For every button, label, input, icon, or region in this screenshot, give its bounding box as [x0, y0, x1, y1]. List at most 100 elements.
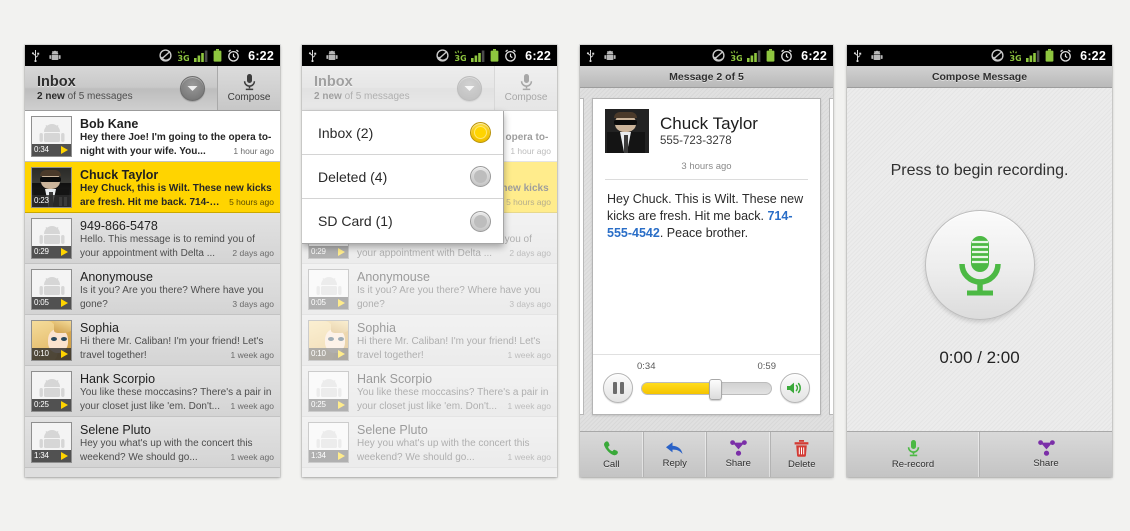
dropdown-item-label: Inbox (2) — [318, 124, 374, 141]
share-icon — [1037, 440, 1055, 456]
slider-handle[interactable] — [709, 378, 723, 400]
radio-button[interactable] — [470, 166, 491, 187]
status-bar: 3G 6:22 — [847, 45, 1112, 66]
chevron-down-icon[interactable] — [180, 75, 205, 101]
duration-badge: 0:29 — [32, 246, 71, 258]
reply-arrow-icon — [666, 441, 683, 454]
battery-icon — [766, 49, 775, 62]
share-button[interactable]: Share — [980, 432, 1112, 477]
android-debug-icon — [49, 50, 61, 60]
table-row[interactable]: 0:23 Chuck Taylor Hey Chuck, this is Wil… — [25, 162, 280, 213]
usb-icon — [31, 50, 40, 62]
usb-icon — [308, 50, 317, 62]
contact-name: Chuck Taylor — [660, 113, 758, 133]
message-time: 5 hours ago — [229, 196, 274, 207]
reply-button[interactable]: Reply — [644, 432, 707, 477]
screenshot-stage: 3G 6:22 Inbox 2 new of 5 messages Compos… — [0, 0, 1130, 531]
compose-button[interactable]: Compose — [218, 66, 280, 110]
playback-slider[interactable] — [641, 378, 772, 400]
delete-button[interactable]: Delete — [771, 432, 834, 477]
usb-icon — [586, 50, 595, 62]
dropdown-item-label: SD Card (1) — [318, 213, 393, 229]
inbox-folder-selector[interactable]: Inbox 2 new of 5 messages — [25, 66, 218, 110]
speaker-volume-icon — [787, 382, 801, 394]
status-bar: 3G 6:22 — [25, 45, 280, 66]
status-bar-clock: 6:22 — [801, 48, 827, 63]
table-row[interactable]: 0:05 Anonymouse Is it you? Are you there… — [25, 264, 280, 315]
message-preview: Hi there Mr. Caliban! I'm your friend! L… — [80, 336, 274, 361]
message-preview: Hello. This message is to remind you of … — [80, 234, 274, 259]
dropdown-item-inbox[interactable]: Inbox (2) — [302, 111, 503, 155]
duration-badge: 0:34 — [32, 144, 71, 156]
detail-title-bar: Message 2 of 5 — [580, 66, 833, 88]
phone-screen-compose: 3G 6:22 Compose Message Press to begin r… — [847, 45, 1112, 477]
status-bar-clock: 6:22 — [1080, 48, 1106, 63]
bottom-action-label: Share — [725, 458, 751, 469]
share-button[interactable]: Share — [707, 432, 771, 477]
previous-message-card-peek[interactable] — [580, 98, 584, 415]
message-preview: Is it you? Are you there? Where have you… — [80, 285, 274, 310]
message-time: 3 days ago — [232, 298, 274, 309]
message-time: 2 days ago — [232, 247, 274, 258]
pause-icon[interactable] — [59, 196, 67, 206]
signal-bars-icon — [471, 50, 485, 62]
dropdown-item-sd-card[interactable]: SD Card (1) — [302, 199, 503, 243]
microphone-icon — [958, 236, 1001, 296]
call-button[interactable]: Call — [580, 432, 644, 477]
bottom-action-label: Call — [603, 458, 620, 470]
trash-can-icon — [794, 439, 809, 457]
folder-dropdown-menu[interactable]: Inbox (2) Deleted (4) SD Card (1) — [302, 111, 504, 244]
message-sender: Bob Kane — [80, 117, 139, 131]
inbox-action-bar: Inbox 2 new of 5 messages Compose — [25, 66, 280, 111]
message-time: 1 week ago — [230, 400, 274, 411]
audio-player: 0:34 0:59 — [593, 354, 820, 414]
player-timestamps: 0:34 0:59 — [603, 361, 810, 373]
message-list[interactable]: 0:34 Bob Kane Hey there Joe! I'm going t… — [25, 111, 280, 468]
battery-icon — [1045, 49, 1054, 62]
table-row[interactable]: 0:29 949-866-5478 Hello. This message is… — [25, 213, 280, 264]
status-bar: 3G 6:22 — [580, 45, 833, 66]
play-icon[interactable] — [61, 299, 68, 307]
play-icon[interactable] — [61, 350, 68, 358]
play-icon[interactable] — [61, 146, 68, 154]
battery-icon — [213, 49, 222, 62]
phone-handset-icon — [603, 440, 618, 455]
radio-button-selected[interactable] — [470, 122, 491, 143]
microphone-icon — [243, 74, 255, 91]
record-button[interactable] — [924, 210, 1035, 320]
next-message-card-peek[interactable] — [829, 98, 833, 415]
transcript-part-2: . Peace brother. — [659, 226, 749, 240]
play-icon[interactable] — [61, 248, 68, 256]
message-sender: Chuck Taylor — [80, 168, 159, 182]
battery-icon — [490, 49, 499, 62]
android-default-avatar: 0:05 — [31, 269, 72, 310]
android-debug-icon — [604, 50, 616, 60]
3g-data-icon: 3G — [1010, 50, 1021, 62]
duration-badge: 0:05 — [32, 297, 71, 309]
signal-bars-icon — [1026, 50, 1040, 62]
bottom-action-label: Re-record — [891, 459, 935, 470]
alarm-clock-icon — [1060, 49, 1072, 62]
re-record-button[interactable]: Re-record — [847, 432, 980, 477]
speaker-button[interactable] — [780, 373, 810, 403]
phone-screen-message-detail: 3G 6:22 Message 2 of 5 Chuck Taylor 555-… — [580, 45, 833, 477]
table-row[interactable]: 0:25 Hank Scorpio You like these moccasi… — [25, 366, 280, 417]
elapsed-time: 0:34 — [637, 361, 656, 372]
table-row[interactable]: 1:34 Selene Pluto Hey you what's up with… — [25, 417, 280, 468]
3g-data-icon: 3G — [178, 50, 189, 62]
playback-progress — [642, 382, 715, 394]
play-icon[interactable] — [61, 452, 68, 460]
dropdown-item-deleted[interactable]: Deleted (4) — [302, 155, 503, 199]
message-sender: Selene Pluto — [80, 423, 151, 437]
radio-button[interactable] — [470, 210, 491, 232]
android-debug-icon — [871, 50, 883, 60]
table-row[interactable]: 0:10 Sophia Hi there Mr. Caliban! I'm yo… — [25, 315, 280, 366]
pause-button[interactable] — [603, 373, 633, 403]
android-default-avatar: 0:34 — [31, 116, 72, 157]
table-row[interactable]: 0:34 Bob Kane Hey there Joe! I'm going t… — [25, 111, 280, 162]
message-preview: Hey you what's up with the concert this … — [80, 438, 274, 463]
play-icon[interactable] — [61, 401, 68, 409]
status-bar-clock: 6:22 — [525, 48, 551, 63]
avatar — [605, 109, 649, 153]
phone-screen-folder-dropdown: 3G 6:22 Inbox 2 new of 5 messages Compos… — [302, 45, 557, 477]
